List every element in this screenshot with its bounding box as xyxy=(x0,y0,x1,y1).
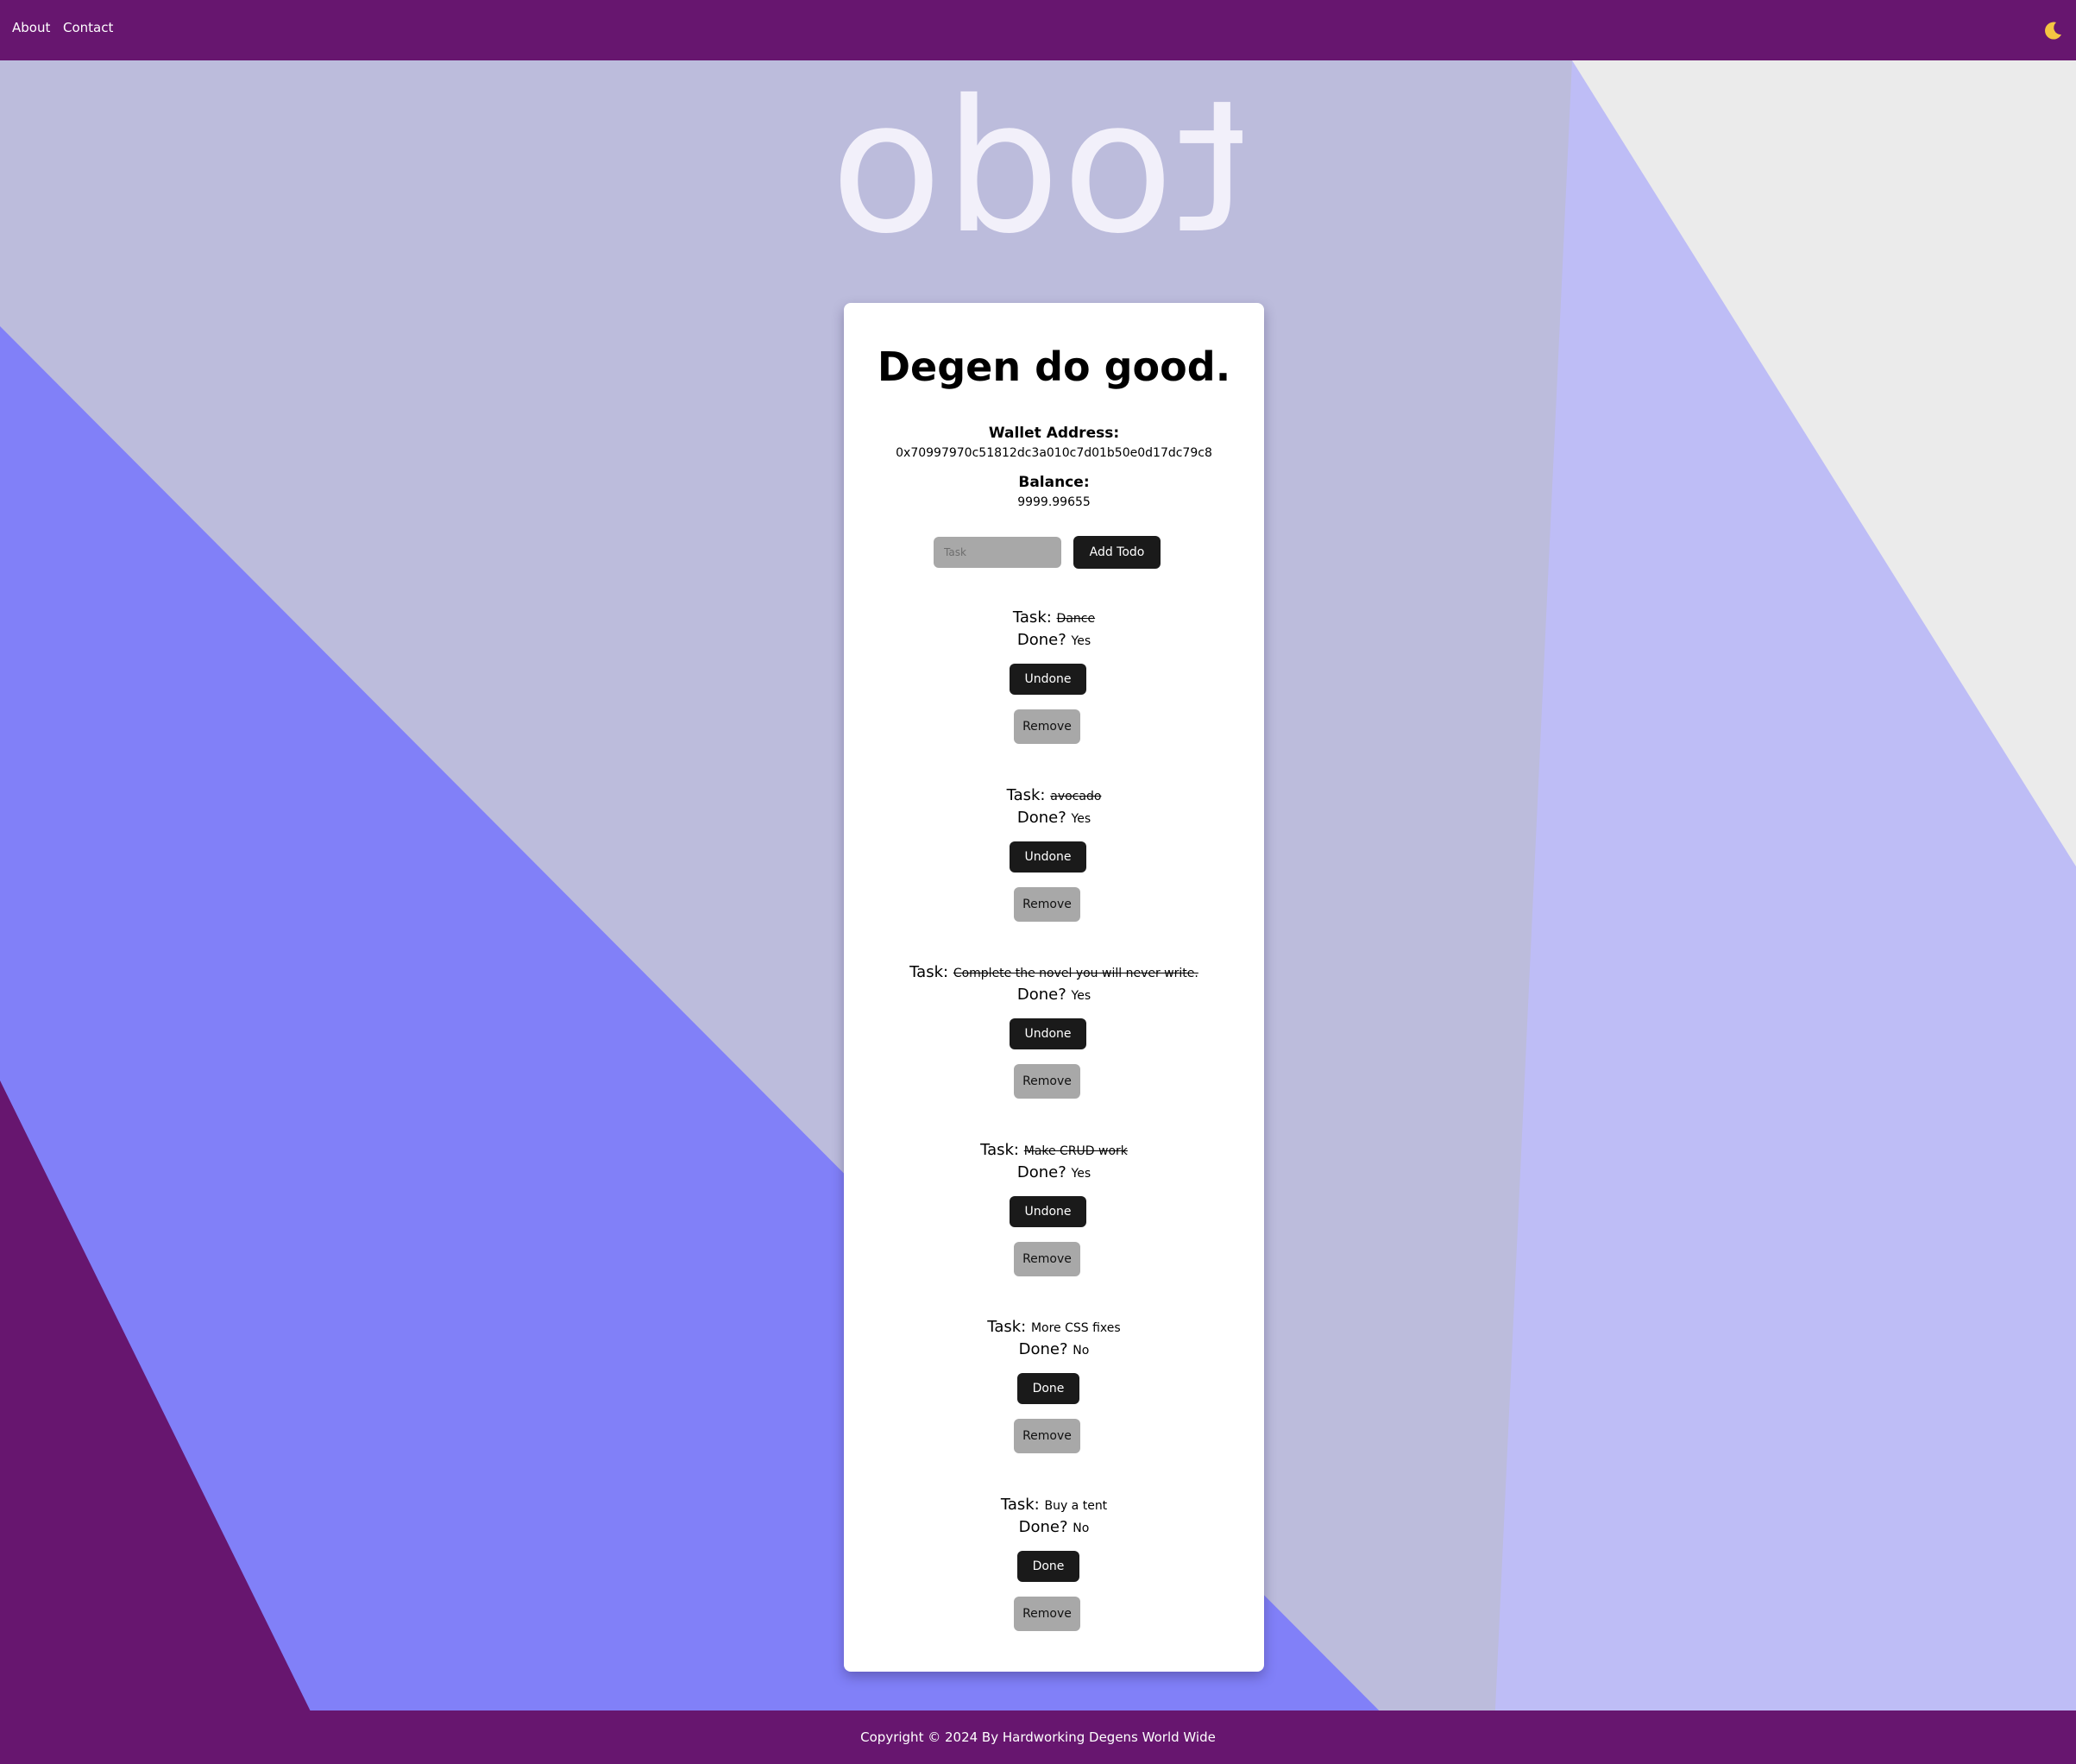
todo-task-name: Complete the novel you will never write. xyxy=(953,967,1198,980)
todo-task-prefix: Task: xyxy=(987,1318,1027,1336)
balance-label: Balance: xyxy=(1018,474,1090,491)
todo-item: Task: avocado Done? Yes Undone Remove xyxy=(844,784,1264,931)
todo-task-line: Task: Dance xyxy=(844,607,1264,630)
todo-done-line: Done? Yes xyxy=(844,984,1264,1007)
todo-task-name: More CSS fixes xyxy=(1030,1321,1121,1335)
todo-item: Task: Dance Done? Yes Undone Remove xyxy=(844,607,1264,753)
hero-title: todo xyxy=(828,60,1248,274)
nav-link-contact[interactable]: Contact xyxy=(63,20,113,35)
remove-button[interactable]: Remove xyxy=(1014,1597,1080,1631)
footer: Copyright © 2024 By Hardworking Degens W… xyxy=(0,1710,2076,1764)
moon-icon[interactable] xyxy=(2041,20,2064,42)
card-title: Degen do good. xyxy=(877,343,1231,390)
undone-button[interactable]: Undone xyxy=(1010,1196,1086,1227)
todo-item: Task: Buy a tent Done? No Done Remove xyxy=(844,1494,1264,1641)
todo-done-prefix: Done? xyxy=(1016,809,1066,827)
remove-button[interactable]: Remove xyxy=(1014,1064,1080,1099)
todo-item: Task: More CSS fixes Done? No Done Remove xyxy=(844,1316,1264,1463)
todo-task-line: Task: avocado xyxy=(844,784,1264,808)
done-button[interactable]: Done xyxy=(1017,1373,1079,1404)
todo-done-line: Done? Yes xyxy=(844,807,1264,830)
wallet-address-value: 0x70997970c51812dc3a010c7d01b50e0d17dc79… xyxy=(896,446,1212,460)
todo-done-line: Done? Yes xyxy=(844,1162,1264,1185)
remove-button[interactable]: Remove xyxy=(1014,709,1080,744)
todo-task-name: Make CRUD work xyxy=(1023,1144,1128,1158)
todo-done-line: Done? No xyxy=(844,1339,1264,1362)
todo-done-value: Yes xyxy=(1071,812,1091,826)
task-input[interactable] xyxy=(934,537,1061,568)
todo-done-value: No xyxy=(1073,1344,1090,1358)
todo-done-prefix: Done? xyxy=(1016,986,1066,1004)
todo-done-value: Yes xyxy=(1071,1167,1091,1181)
footer-copyright: Copyright © 2024 By Hardworking Degens W… xyxy=(860,1729,1216,1745)
remove-button[interactable]: Remove xyxy=(1014,887,1080,922)
wallet-address-label: Wallet Address: xyxy=(988,425,1120,442)
remove-button[interactable]: Remove xyxy=(1014,1242,1080,1276)
todo-done-line: Done? Yes xyxy=(844,629,1264,652)
undone-button[interactable]: Undone xyxy=(1010,841,1086,873)
todo-task-name: Buy a tent xyxy=(1044,1499,1108,1513)
todo-task-line: Task: Make CRUD work xyxy=(844,1139,1264,1162)
todo-task-line: Task: Complete the novel you will never … xyxy=(844,961,1264,985)
todo-done-prefix: Done? xyxy=(1018,1518,1068,1536)
top-navbar: About Contact xyxy=(0,0,2076,60)
todo-task-prefix: Task: xyxy=(1006,786,1046,804)
todo-done-value: Yes xyxy=(1071,634,1091,648)
todo-task-name: avocado xyxy=(1050,790,1102,803)
todo-done-value: Yes xyxy=(1071,989,1091,1003)
todo-done-line: Done? No xyxy=(844,1516,1264,1540)
todo-done-prefix: Done? xyxy=(1016,1163,1066,1181)
todo-task-prefix: Task: xyxy=(1000,1496,1040,1514)
todo-done-value: No xyxy=(1073,1521,1090,1535)
nav-link-about[interactable]: About xyxy=(12,20,50,35)
done-button[interactable]: Done xyxy=(1017,1551,1079,1582)
remove-button[interactable]: Remove xyxy=(1014,1419,1080,1453)
todo-task-prefix: Task: xyxy=(909,963,949,981)
todo-task-prefix: Task: xyxy=(1012,608,1052,627)
undone-button[interactable]: Undone xyxy=(1010,664,1086,695)
todo-task-name: Dance xyxy=(1056,612,1096,626)
todo-item: Task: Complete the novel you will never … xyxy=(844,961,1264,1108)
todo-task-line: Task: More CSS fixes xyxy=(844,1316,1264,1339)
todo-card: Degen do good. Wallet Address: 0x7099797… xyxy=(844,303,1264,1672)
balance-value: 9999.99655 xyxy=(1017,495,1091,509)
add-todo-button[interactable]: Add Todo xyxy=(1073,536,1161,569)
todo-task-prefix: Task: xyxy=(980,1141,1019,1159)
undone-button[interactable]: Undone xyxy=(1010,1018,1086,1049)
todo-item: Task: Make CRUD work Done? Yes Undone Remov… xyxy=(844,1139,1264,1286)
todo-task-line: Task: Buy a tent xyxy=(844,1494,1264,1517)
todo-done-prefix: Done? xyxy=(1018,1340,1068,1358)
todo-done-prefix: Done? xyxy=(1016,631,1066,649)
